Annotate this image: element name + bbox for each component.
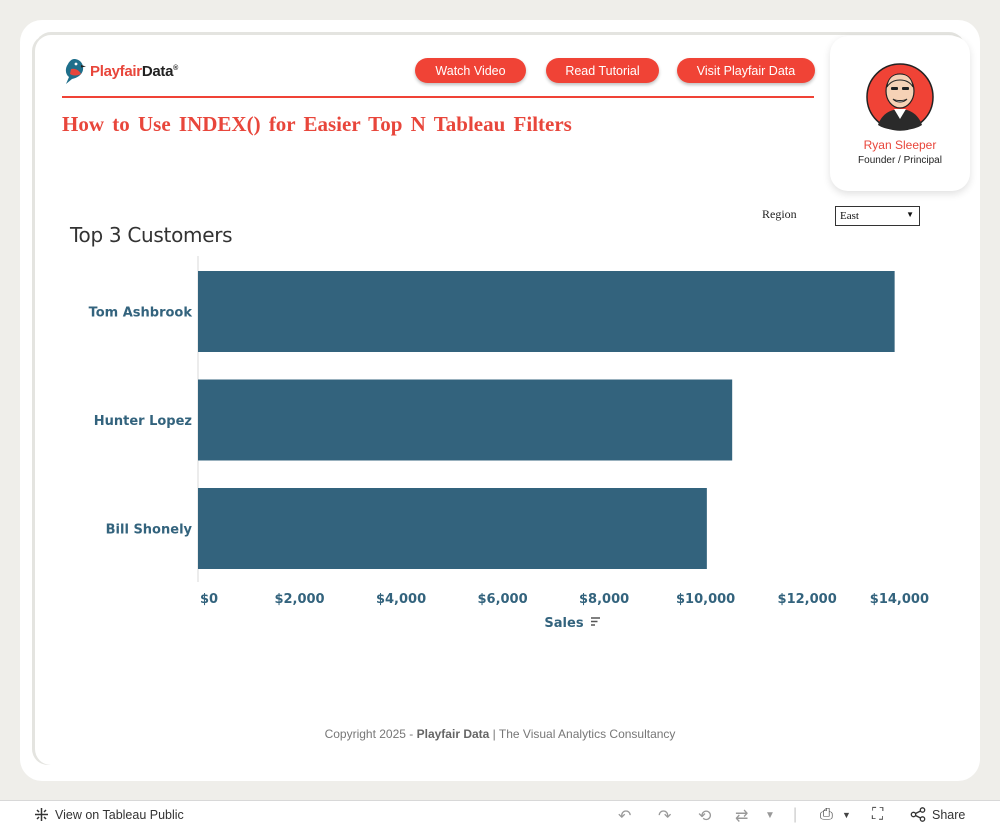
y-tick-label: Tom Ashbrook	[89, 306, 193, 321]
x-tick-label: $12,000	[778, 592, 837, 607]
copyright-prefix: Copyright 2025 -	[324, 727, 417, 741]
refresh-dropdown-icon[interactable]: ▼	[765, 810, 775, 821]
bar[interactable]	[198, 271, 895, 352]
x-tick-label: $4,000	[376, 592, 426, 607]
bar-chart: Tom Ashbrook Hunter Lopez Bill Shonely $0 $2…	[89, 256, 929, 631]
bar[interactable]	[198, 379, 733, 461]
y-tick-label: Hunter Lopez	[94, 414, 192, 429]
share-label: Share	[932, 807, 966, 822]
redo-icon[interactable]: ↷	[658, 806, 671, 826]
revert-icon[interactable]: ⟲	[698, 806, 711, 826]
tableau-logo-icon	[35, 808, 48, 821]
copyright-suffix: | The Visual Analytics Consultancy	[489, 727, 676, 741]
fullscreen-icon[interactable]: ⛶	[872, 806, 883, 824]
download-icon[interactable]: ⎙	[820, 806, 833, 824]
download-dropdown-icon[interactable]: ▼	[842, 810, 851, 820]
x-tick-label: $0	[200, 592, 218, 607]
undo-icon[interactable]: ↶	[618, 806, 631, 826]
refresh-icon[interactable]: ⇄	[735, 806, 748, 826]
share-button[interactable]: Share	[910, 807, 965, 822]
view-on-tableau-public-label: View on Tableau Public	[55, 807, 184, 822]
x-tick-label: $6,000	[477, 592, 527, 607]
x-tick-label: $10,000	[676, 592, 735, 607]
x-axis-label: Sales	[544, 616, 583, 631]
bar[interactable]	[198, 488, 707, 569]
x-tick-label: $2,000	[274, 592, 324, 607]
toolbar-separator: |	[793, 806, 798, 823]
copyright-brand[interactable]: Playfair Data	[417, 727, 490, 741]
tableau-toolbar: View on Tableau Public ↶ ↷ ⟲ ⇄ ▼ | ⎙ ▼ ⛶…	[0, 800, 1000, 828]
sort-icon[interactable]	[591, 617, 600, 626]
view-on-tableau-public-link[interactable]: View on Tableau Public	[34, 807, 184, 822]
share-icon	[910, 807, 926, 822]
x-tick-label: $14,000	[870, 592, 929, 607]
y-tick-label: Bill Shonely	[106, 523, 193, 538]
copyright-text: Copyright 2025 - Playfair Data | The Vis…	[0, 727, 1000, 741]
x-tick-label: $8,000	[579, 592, 629, 607]
